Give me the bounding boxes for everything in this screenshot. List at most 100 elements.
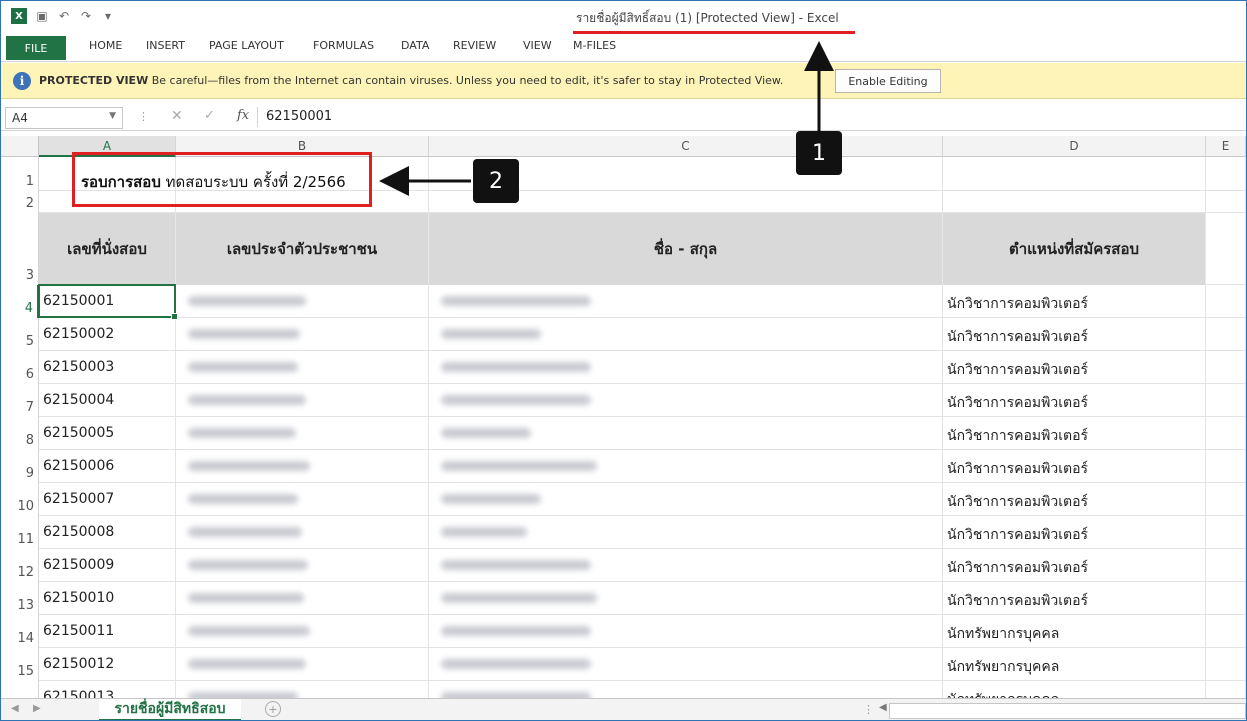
seat-number-cell[interactable]: 62150008 — [39, 516, 176, 549]
position-cell[interactable]: นักวิชาการคอมพิวเตอร์ — [943, 549, 1206, 582]
redo-icon[interactable]: ↷ — [79, 9, 93, 23]
position-cell[interactable]: นักวิชาการคอมพิวเตอร์ — [943, 384, 1206, 417]
chevron-down-icon[interactable]: ▼ — [109, 111, 116, 121]
name-cell[interactable] — [429, 615, 943, 648]
cell[interactable] — [1206, 582, 1246, 615]
worksheet-grid[interactable]: รอบการสอบ ทดสอบระบบ ครั้งที่ 2/2566 ABCD… — [1, 136, 1246, 714]
seat-number-cell[interactable]: 62150006 — [39, 450, 176, 483]
name-cell[interactable] — [429, 549, 943, 582]
sheet-tab-splitter[interactable]: ⋮ — [863, 703, 874, 716]
cell[interactable] — [1206, 516, 1246, 549]
cell[interactable] — [1206, 648, 1246, 681]
name-cell[interactable] — [429, 483, 943, 516]
enable-editing-button[interactable]: Enable Editing — [835, 69, 941, 93]
save-icon[interactable]: ▣ — [35, 9, 49, 23]
citizen-id-cell[interactable] — [176, 285, 429, 318]
row-header[interactable]: 14 — [1, 615, 39, 648]
row-header[interactable]: 4 — [1, 285, 39, 318]
row-header[interactable]: 12 — [1, 549, 39, 582]
undo-icon[interactable]: ↶ — [57, 9, 71, 23]
row-header[interactable]: 15 — [1, 648, 39, 681]
citizen-id-cell[interactable] — [176, 615, 429, 648]
horizontal-scrollbar[interactable] — [889, 703, 1246, 719]
position-cell[interactable]: นักวิชาการคอมพิวเตอร์ — [943, 417, 1206, 450]
citizen-id-cell[interactable] — [176, 516, 429, 549]
position-cell[interactable]: นักวิชาการคอมพิวเตอร์ — [943, 351, 1206, 384]
sheet-nav-next-icon[interactable]: ▶ — [33, 703, 41, 714]
seat-number-cell[interactable]: 62150005 — [39, 417, 176, 450]
seat-number-cell[interactable]: 62150007 — [39, 483, 176, 516]
citizen-id-cell[interactable] — [176, 483, 429, 516]
cell[interactable] — [1206, 384, 1246, 417]
cell[interactable] — [1206, 417, 1246, 450]
name-cell[interactable] — [429, 582, 943, 615]
row-header[interactable]: 2 — [1, 191, 39, 213]
seat-number-cell[interactable]: 62150010 — [39, 582, 176, 615]
position-cell[interactable]: นักวิชาการคอมพิวเตอร์ — [943, 285, 1206, 318]
cancel-x-icon[interactable]: ✕ — [171, 108, 183, 124]
tab-insert[interactable]: INSERT — [146, 39, 185, 52]
column-header-c[interactable]: C — [429, 136, 943, 157]
name-cell[interactable] — [429, 318, 943, 351]
tab-m-files[interactable]: M-FILES — [573, 39, 616, 52]
cell[interactable] — [1206, 213, 1246, 285]
cell[interactable] — [1206, 549, 1246, 582]
seat-number-cell[interactable]: 62150003 — [39, 351, 176, 384]
citizen-id-cell[interactable] — [176, 417, 429, 450]
row-header[interactable]: 9 — [1, 450, 39, 483]
cell[interactable] — [1206, 483, 1246, 516]
tab-view[interactable]: VIEW — [523, 39, 552, 52]
cell[interactable] — [1206, 285, 1246, 318]
citizen-id-cell[interactable] — [176, 582, 429, 615]
name-cell[interactable] — [429, 450, 943, 483]
name-cell[interactable] — [429, 351, 943, 384]
position-cell[interactable]: นักวิชาการคอมพิวเตอร์ — [943, 318, 1206, 351]
cell[interactable] — [1206, 615, 1246, 648]
position-cell[interactable]: นักทรัพยากรบุคคล — [943, 615, 1206, 648]
citizen-id-cell[interactable] — [176, 450, 429, 483]
scroll-left-icon[interactable]: ◀ — [879, 702, 887, 713]
tab-formulas[interactable]: FORMULAS — [313, 39, 374, 52]
row-header[interactable]: 10 — [1, 483, 39, 516]
tab-home[interactable]: HOME — [89, 39, 122, 52]
cell[interactable] — [943, 157, 1206, 191]
check-icon[interactable]: ✓ — [204, 108, 215, 123]
column-header-d[interactable]: D — [943, 136, 1206, 157]
name-cell[interactable] — [429, 516, 943, 549]
cell[interactable] — [1206, 191, 1246, 213]
row-header[interactable]: 5 — [1, 318, 39, 351]
row-header[interactable]: 6 — [1, 351, 39, 384]
select-all-corner[interactable] — [1, 136, 39, 157]
tab-data[interactable]: DATA — [401, 39, 429, 52]
seat-number-cell[interactable]: 62150002 — [39, 318, 176, 351]
citizen-id-cell[interactable] — [176, 351, 429, 384]
citizen-id-cell[interactable] — [176, 648, 429, 681]
sheet-nav-prev-icon[interactable]: ◀ — [11, 703, 19, 714]
cell[interactable] — [1206, 318, 1246, 351]
column-header-e[interactable]: E — [1206, 136, 1246, 157]
fx-icon[interactable]: fx — [237, 108, 249, 123]
seat-number-cell[interactable]: 62150004 — [39, 384, 176, 417]
row-header[interactable]: 3 — [1, 213, 39, 285]
sheet-tab-active[interactable]: รายชื่อผู้มีสิทธิสอบ — [99, 699, 241, 720]
row-header[interactable]: 13 — [1, 582, 39, 615]
cell[interactable] — [1206, 157, 1246, 191]
name-cell[interactable] — [429, 648, 943, 681]
tab-review[interactable]: REVIEW — [453, 39, 496, 52]
position-cell[interactable]: นักวิชาการคอมพิวเตอร์ — [943, 483, 1206, 516]
row-header[interactable]: 1 — [1, 157, 39, 191]
citizen-id-cell[interactable] — [176, 549, 429, 582]
position-cell[interactable]: นักวิชาการคอมพิวเตอร์ — [943, 450, 1206, 483]
name-box[interactable]: A4 ▼ — [5, 107, 123, 129]
name-cell[interactable] — [429, 417, 943, 450]
cell[interactable] — [1206, 450, 1246, 483]
seat-number-cell[interactable]: 62150011 — [39, 615, 176, 648]
citizen-id-cell[interactable] — [176, 318, 429, 351]
tab-file[interactable]: FILE — [6, 36, 66, 60]
plus-icon[interactable]: + — [265, 701, 281, 717]
customize-qat-icon[interactable]: ▾ — [101, 9, 115, 23]
cell[interactable] — [943, 191, 1206, 213]
row-header[interactable]: 8 — [1, 417, 39, 450]
position-cell[interactable]: นักวิชาการคอมพิวเตอร์ — [943, 582, 1206, 615]
seat-number-cell[interactable]: 62150012 — [39, 648, 176, 681]
